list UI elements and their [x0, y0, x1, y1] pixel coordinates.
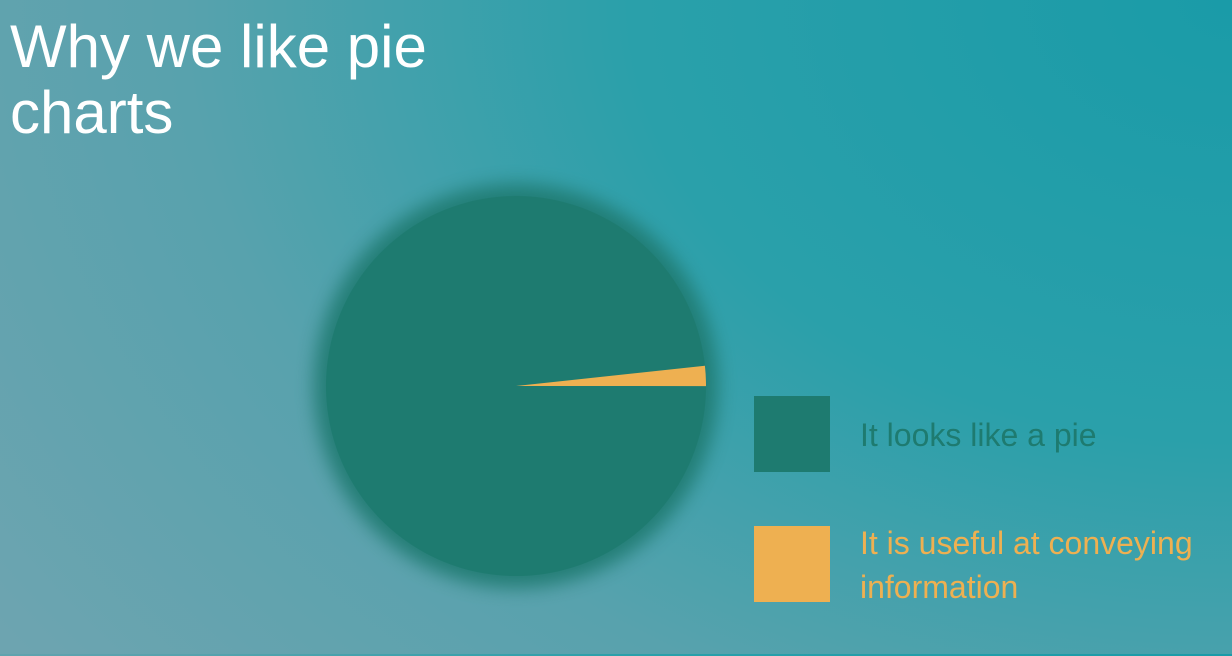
- legend-swatch: [754, 526, 830, 602]
- chart-title: Why we like pie charts: [10, 13, 427, 146]
- legend-item-looks-like-pie: It looks like a pie: [754, 396, 1224, 472]
- legend: It looks like a pie It is useful at conv…: [754, 396, 1224, 656]
- legend-label: It looks like a pie: [860, 417, 1097, 453]
- legend-item-useful: It is useful at conveying information: [754, 525, 1224, 605]
- legend-swatch: [754, 396, 830, 472]
- pie-chart: [296, 166, 736, 606]
- pie-chart-svg: [325, 196, 706, 577]
- legend-label: It is useful at conveying information: [860, 525, 1193, 605]
